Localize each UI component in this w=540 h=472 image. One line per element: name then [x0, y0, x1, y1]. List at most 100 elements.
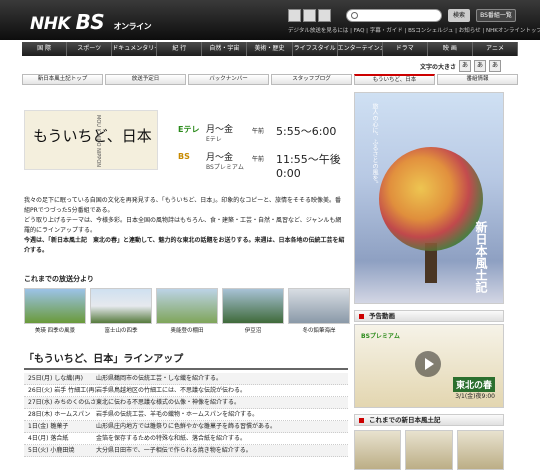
table-row: 4日(月) 落合紙 金箔を保存するための特殊な和紙、落合紙を紹介する。	[24, 433, 348, 445]
video-date: 3/1(金)夜9:00	[455, 393, 495, 400]
past-episodes-list: 美瑛 四季の風景 富士山の四季 奥能登の棚田 伊豆沼 冬の鉛筆海岸	[24, 288, 350, 336]
preview-video[interactable]: BSプレミアム 東北の春 3/1(金)夜9:00	[354, 324, 504, 408]
schedule-time: 11:55～午後0:00	[276, 153, 341, 180]
nav-item[interactable]: 自然・宇宙	[202, 42, 248, 56]
table-row: 28日(木) ホームスパン 岩手県の伝統工芸、羊毛の織物・ホームスパンを紹介する。	[24, 409, 348, 421]
site-header: NHK BS オンライン 検索 BS番組一覧 デジタル放送を見るには | FAQ…	[0, 0, 540, 40]
nav-item[interactable]: 映 画	[428, 42, 473, 56]
subnav-item[interactable]: 放送予定日	[105, 74, 186, 85]
episode-thumbnail[interactable]: 富士山の四季	[90, 288, 152, 336]
search-input[interactable]	[346, 9, 442, 22]
poster-title: 新日本風土記	[474, 221, 488, 293]
video-title: 東北の春	[452, 377, 495, 392]
lineup-table: 25日(月) しな織(再) 山形県鶴岡市の伝統工芸・しな織を紹介する。 26日(火…	[24, 373, 348, 457]
thumbnail-image[interactable]	[24, 288, 86, 324]
text-size-label: 文字の大きさ	[420, 63, 457, 71]
past-series-images	[354, 430, 504, 470]
subnav-item[interactable]: バックナンバー	[188, 74, 269, 85]
thumbnail-caption[interactable]: 富士山の四季	[90, 326, 152, 334]
schedule-block: Eテレ 月～金 Eテレ 午前 5:55～6:00 BS 月～金 BSプレミアム …	[178, 120, 358, 180]
thumbnail-image[interactable]	[288, 288, 350, 324]
video-heading: 予告動画	[354, 310, 504, 322]
text-size-small[interactable]: あ	[459, 60, 472, 72]
program-title-card: もういちど、日本 MOU ICHIDO NIPPON	[24, 110, 158, 170]
channel-logo: Eテレ	[178, 125, 200, 134]
row-text: 山形県鶴岡市の伝統工芸・しな織を紹介する。	[96, 375, 223, 382]
episode-thumbnail[interactable]: 伊豆沼	[222, 288, 284, 336]
search-icon	[351, 12, 358, 19]
thumbnail-caption[interactable]: 冬の鉛筆海岸	[288, 326, 350, 334]
lineup-section: 「もういちど、日本」ラインアップ 25日(月) しな織(再) 山形県鶴岡市の伝統工…	[24, 350, 348, 457]
bs-list-button[interactable]: BS番組一覧	[476, 9, 516, 22]
subnav-item[interactable]: 新日本風土記トップ	[22, 74, 103, 85]
table-row: 5日(火) 小鹿田焼 大分県日田市で、一子相伝で作られる焼き物を紹介する。	[24, 445, 348, 457]
row-date: 25日(月) しな織(再)	[28, 375, 83, 382]
row-date: 4日(月) 落合紙	[28, 435, 69, 442]
row-date: 27日(水) みちのくの仏さま	[28, 399, 96, 406]
row-text: 山形県庄内地方では雛祭りに色鮮やかな雛菓子を飾る習慣がある。	[96, 423, 277, 430]
play-icon[interactable]	[415, 351, 441, 377]
nav-item[interactable]: 紀 行	[157, 42, 203, 56]
nav-item[interactable]: 国 際	[22, 42, 68, 56]
thumbnail-caption[interactable]: 伊豆沼	[222, 326, 284, 334]
past-series-heading: これまでの新日本風土記	[354, 414, 504, 426]
text-size-large[interactable]: あ	[489, 60, 502, 72]
program-title-roman: MOU ICHIDO NIPPON	[95, 115, 101, 167]
program-poster[interactable]: 旅人の心に、ふるさとの風を。 新日本風土記	[354, 92, 504, 304]
channel-icon[interactable]	[318, 9, 331, 22]
search-button[interactable]: 検索	[448, 9, 470, 22]
table-row: 27日(水) みちのくの仏さま 東北に伝わる不思議な様式の仏像・神像を紹介する。	[24, 397, 348, 409]
logo-sub: オンライン	[113, 22, 152, 31]
main-nav: 国 際 スポーツ ドキュメンタリー 紀 行 自然・宇宙 美術・歴史 ライフスタイ…	[22, 42, 519, 56]
row-date: 1日(金) 雛菓子	[28, 423, 69, 430]
schedule-row: BS 月～金 BSプレミアム 午前 11:55～午後0:00	[178, 148, 358, 180]
past-series-image[interactable]	[405, 430, 453, 470]
row-text: 金箔を保存するための特殊な和紙、落合紙を紹介する。	[96, 435, 247, 442]
description-highlight: 今週は、「新日本風土記 東北の春」と連動して、魅力的な東北の話題をお送りする。来…	[24, 237, 345, 254]
row-date: 28日(木) ホームスパン	[28, 411, 91, 418]
episode-thumbnail[interactable]: 美瑛 四季の風景	[24, 288, 86, 336]
nav-item[interactable]: ライフスタイル	[293, 42, 338, 56]
program-title: もういちど、日本	[33, 127, 152, 145]
nav-item[interactable]: アニメ	[473, 42, 519, 56]
nav-item[interactable]: ドラマ	[383, 42, 428, 56]
table-row: 1日(金) 雛菓子 山形県庄内地方では雛祭りに色鮮やかな雛菓子を飾る習慣がある。	[24, 421, 348, 433]
channel-icons	[288, 9, 331, 22]
past-series-image[interactable]	[354, 430, 402, 470]
channel-name: Eテレ	[206, 136, 222, 143]
thumbnail-image[interactable]	[156, 288, 218, 324]
text-size-medium[interactable]: あ	[474, 60, 487, 72]
channel-logo: BS	[178, 152, 190, 161]
subnav-item-active[interactable]: もういちど、日本	[354, 74, 435, 85]
header-links[interactable]: デジタル放送を見るには | FAQ | 字幕・ガイド | BSコンシェルジュ |…	[288, 26, 540, 34]
poster-tree	[379, 147, 483, 251]
channel-icon[interactable]	[303, 9, 316, 22]
nav-item[interactable]: ドキュメンタリー	[112, 42, 158, 56]
nav-item[interactable]: 美術・歴史	[247, 42, 293, 56]
site-logo[interactable]: NHK BS オンライン	[30, 10, 152, 34]
nav-item[interactable]: スポーツ	[67, 42, 113, 56]
row-text: 岩手県鳥越地区の竹細工には、不思議な伝説が伝わる。	[96, 387, 247, 394]
poster-tagline: 旅人の心に、ふるさとの風を。	[371, 103, 378, 187]
table-row: 25日(月) しな織(再) 山形県鶴岡市の伝統工芸・しな織を紹介する。	[24, 373, 348, 385]
subnav-item[interactable]: 番組情報	[437, 74, 518, 85]
subnav-item[interactable]: スタッフブログ	[271, 74, 352, 85]
thumbnail-image[interactable]	[90, 288, 152, 324]
schedule-row: Eテレ 月～金 Eテレ 午前 5:55～6:00	[178, 120, 358, 144]
row-date: 5日(火) 小鹿田焼	[28, 447, 75, 454]
sub-nav: 新日本風土記トップ 放送予定日 バックナンバー スタッフブログ もういちど、日本…	[22, 74, 518, 85]
text-size-control: 文字の大きさ あ あ あ	[420, 60, 502, 72]
video-channel-logo: BSプレミアム	[361, 333, 400, 340]
description-paragraph: どう取り上げるテーマは、今様多彩。日本全国の風物詩はもちろん、食・建築・工芸・自…	[24, 217, 342, 234]
channel-name: BSプレミアム	[206, 164, 244, 171]
episode-thumbnail[interactable]: 奥能登の棚田	[156, 288, 218, 336]
thumbnail-caption[interactable]: 美瑛 四季の風景	[24, 326, 86, 334]
episode-thumbnail[interactable]: 冬の鉛筆海岸	[288, 288, 350, 336]
channel-icon[interactable]	[288, 9, 301, 22]
nav-item[interactable]: エンターテインメント	[338, 42, 383, 56]
description-paragraph: 我々の足下に眠っている自国の文化を再発見する、「もういちど、日本」。印象的なコピ…	[24, 197, 341, 214]
thumbnail-image[interactable]	[222, 288, 284, 324]
past-series-image[interactable]	[456, 430, 504, 470]
row-text: 岩手県の伝統工芸、羊毛の織物・ホームスパンを紹介する。	[96, 411, 259, 418]
thumbnail-caption[interactable]: 奥能登の棚田	[156, 326, 218, 334]
